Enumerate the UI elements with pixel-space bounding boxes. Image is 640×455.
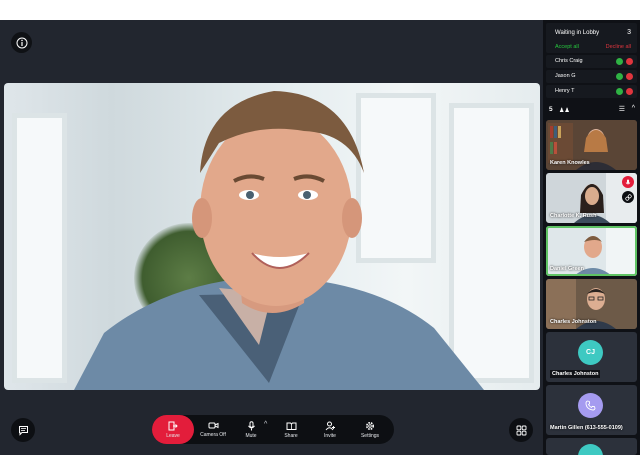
menu-icon[interactable]: ☰: [619, 105, 625, 113]
info-button[interactable]: [11, 32, 32, 53]
check-icon[interactable]: [616, 58, 623, 65]
avatar: CJ: [578, 340, 603, 365]
invite-icon: [325, 421, 335, 430]
lobby-guest-name: Jason G: [555, 73, 576, 79]
participant-tile[interactable]: Charles Johnston: [546, 279, 637, 329]
info-icon: [16, 37, 27, 48]
microphone-icon: [247, 420, 255, 430]
check-icon[interactable]: [616, 88, 623, 95]
close-icon[interactable]: [626, 58, 633, 65]
participant-name: Charles Johnston: [550, 370, 601, 378]
participant-tile[interactable]: Charlotte K. Rush: [546, 173, 637, 223]
speaker-figure: [74, 91, 484, 390]
grid-view-button[interactable]: [509, 418, 533, 442]
chat-button[interactable]: [11, 418, 35, 442]
main-video: [4, 83, 540, 390]
lobby-guest-row: Jason G: [546, 70, 637, 83]
top-strip: [0, 0, 640, 20]
share-label: Share: [284, 432, 298, 439]
chat-icon: [18, 425, 28, 436]
lobby-guest-row: Chris Craig: [546, 55, 637, 68]
settings-button[interactable]: Settings: [355, 415, 385, 444]
close-icon[interactable]: [626, 88, 633, 95]
lobby-guest-name: Henry T: [555, 88, 575, 94]
mute-button[interactable]: Mute: [238, 415, 264, 444]
participant-tile[interactable]: Daniel Green: [546, 226, 637, 276]
participant-count: 5: [549, 106, 553, 113]
participant-tile[interactable]: CJ Charles Johnston: [546, 332, 637, 382]
share-button[interactable]: Share: [278, 415, 304, 444]
share-icon: [286, 422, 296, 430]
people-icon: ♟♟: [559, 108, 570, 114]
participant-tile[interactable]: Karen Knowles: [546, 120, 637, 170]
sidebar: Waiting in Lobby 3 Accept all Decline al…: [543, 20, 640, 455]
participant-tile-partial[interactable]: [546, 438, 637, 455]
leave-icon: [168, 421, 178, 430]
accept-all-button[interactable]: Accept all: [555, 44, 579, 50]
phone-icon: [585, 400, 596, 411]
main-stage: Leave Camera Off Mute ^ Share Invite Set…: [0, 20, 543, 455]
settings-icon: [365, 421, 375, 430]
leave-label: Leave: [166, 432, 180, 439]
participant-name: Martin Gillen (613-555-0109): [550, 425, 623, 431]
avatar: [578, 444, 603, 455]
camera-off-label: Camera Off: [200, 432, 226, 438]
microphone-icon[interactable]: [622, 176, 634, 188]
settings-label: Settings: [360, 432, 380, 439]
mute-label: Mute: [245, 432, 257, 439]
participant-name: Charlotte K. Rush: [550, 213, 597, 219]
participants-bar: 5 ♟♟ ☰ ^: [546, 104, 637, 117]
phone-avatar: [578, 393, 603, 418]
check-icon[interactable]: [616, 73, 623, 80]
camera-off-icon: [208, 422, 218, 429]
invite-label: Invite: [324, 432, 336, 439]
chevron-up-icon[interactable]: ^: [632, 105, 635, 112]
lobby-panel: Waiting in Lobby 3 Accept all Decline al…: [546, 23, 637, 53]
participant-name: Daniel Green: [550, 266, 584, 272]
lobby-count: 3: [627, 29, 631, 36]
decline-all-button[interactable]: Decline all: [606, 44, 631, 50]
invite-button[interactable]: Invite: [316, 415, 344, 444]
camera-off-button[interactable]: Camera Off: [198, 415, 228, 444]
participant-name: Karen Knowles: [550, 160, 590, 166]
participant-name: Charles Johnston: [550, 319, 597, 325]
leave-button[interactable]: Leave: [152, 415, 194, 444]
control-dock: Leave Camera Off Mute ^ Share Invite Set…: [152, 415, 394, 444]
lobby-guest-name: Chris Craig: [555, 58, 583, 64]
chevron-up-icon[interactable]: ^: [264, 421, 267, 428]
close-icon[interactable]: [626, 73, 633, 80]
grid-view-icon: [516, 425, 526, 435]
lobby-guest-row: Henry T: [546, 85, 637, 98]
link-icon[interactable]: [622, 191, 634, 203]
participant-tile[interactable]: Martin Gillen (613-555-0109): [546, 385, 637, 435]
lobby-title: Waiting in Lobby: [555, 30, 600, 36]
